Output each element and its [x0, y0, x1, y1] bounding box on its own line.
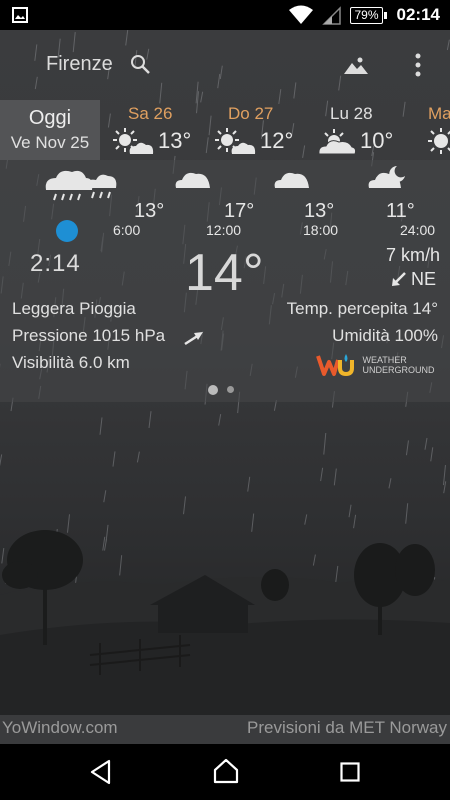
landscape-illustration — [0, 530, 450, 715]
daily-forecast-strip: Oggi Ve Nov 25 Sa 26 13° Do 27 12° Lu 28… — [0, 100, 450, 160]
back-icon[interactable] — [89, 759, 113, 785]
wu-logo-icon — [316, 354, 354, 377]
overflow-menu-icon[interactable] — [410, 52, 426, 78]
recent-apps-icon[interactable] — [340, 762, 360, 782]
day-tab-do-27[interactable]: Do 27 12° — [212, 100, 312, 160]
rain-streak — [136, 451, 140, 463]
hour-time: 24:00 — [400, 222, 436, 238]
day-tab-today[interactable]: Oggi Ve Nov 25 — [0, 100, 100, 160]
battery-icon: 79% — [350, 6, 387, 24]
rain-streak — [148, 411, 152, 429]
partly-cloudy-icon — [318, 129, 357, 155]
hour-temp: 11° — [386, 200, 415, 222]
cloud-icon — [274, 172, 309, 188]
rain-streak — [405, 440, 409, 456]
humidity: Umidità 100% — [332, 326, 438, 345]
day-temp: 10° — [360, 128, 394, 153]
page-dot-active — [208, 384, 218, 395]
partly-sunny-icon — [215, 128, 256, 154]
rain-streak — [320, 467, 324, 482]
rain-cloud-icon — [45, 170, 117, 201]
day-label: Ma — [428, 104, 450, 123]
wifi-icon — [289, 5, 314, 24]
visibility: Visibilità 6.0 km — [12, 353, 130, 372]
rain-streak — [388, 478, 392, 489]
rain-streak — [218, 414, 222, 426]
day-temp: 12° — [260, 128, 294, 153]
hour-temp: 13° — [134, 200, 165, 222]
rain-streak — [103, 490, 107, 503]
sunny-icon — [428, 128, 450, 154]
hour-time: 12:00 — [206, 222, 242, 238]
rain-streak — [323, 432, 327, 455]
status-bar: 79% 02:14 — [0, 0, 450, 30]
pressure: Pressione 1015 hPa — [12, 326, 166, 345]
wind-direction: NE — [410, 269, 436, 289]
page-indicator — [208, 381, 243, 399]
wu-logo-text-bottom: UNDERGROUND — [362, 365, 435, 375]
hour-temp: 13° — [304, 200, 335, 222]
system-navigation-bar — [0, 744, 450, 800]
wind-speed: 7 km/h — [385, 245, 440, 265]
footer: YoWindow.com Previsioni da MET Norway — [0, 714, 450, 744]
day-temp: 13° — [158, 128, 192, 153]
cloud-icon — [175, 172, 210, 188]
rain-streak — [112, 451, 116, 467]
weather-condition: Leggera Pioggia — [12, 299, 136, 318]
cellular-signal-icon — [322, 6, 342, 25]
rain-streak — [430, 447, 434, 462]
rain-streak — [333, 468, 337, 486]
wind-direction-arrow-icon — [392, 272, 406, 286]
status-clock: 02:14 — [396, 5, 440, 24]
pressure-trend-arrow-icon — [184, 332, 203, 346]
image-notification-icon — [12, 7, 28, 23]
cloud-moon-icon — [368, 166, 405, 188]
page-dot — [227, 386, 234, 394]
yowindow-link[interactable]: YoWindow.com — [2, 718, 118, 738]
location-name[interactable]: Firenze — [46, 53, 113, 76]
current-time-marker — [56, 220, 78, 242]
day-label: Lu 28 — [330, 104, 373, 123]
app-header: Firenze — [0, 40, 450, 90]
day-tab-lu-28[interactable]: Lu 28 10° — [314, 100, 414, 160]
home-icon[interactable] — [213, 758, 239, 784]
hour-temp: 17° — [224, 200, 255, 222]
hour-time: 18:00 — [303, 222, 339, 238]
day-label: Do 27 — [228, 104, 274, 123]
rain-streak — [183, 496, 187, 515]
day-tab-ma[interactable]: Ma — [416, 100, 450, 160]
day-label: Oggi — [28, 107, 72, 129]
rain-streak — [99, 417, 103, 435]
day-date: Ve Nov 25 — [10, 133, 90, 152]
partly-sunny-icon — [113, 128, 154, 154]
day-tab-sa-26[interactable]: Sa 26 13° — [110, 100, 210, 160]
rain-streak — [247, 476, 251, 492]
forecast-source-link[interactable]: Previsioni da MET Norway — [247, 718, 447, 738]
landscape-icon[interactable] — [343, 54, 369, 76]
search-icon[interactable] — [130, 54, 152, 76]
current-time: 2:14 — [30, 250, 81, 277]
day-label: Sa 26 — [128, 104, 173, 123]
wu-logo-text-top: WEATHER — [362, 355, 407, 365]
current-temperature: 14° — [185, 244, 264, 302]
weather-underground-logo[interactable]: WEATHER UNDERGROUND — [316, 352, 434, 378]
rain-streak — [0, 454, 3, 466]
feels-like: Temp. percepita 14° — [286, 299, 438, 318]
hour-time: 6:00 — [113, 222, 141, 238]
rain-streak — [424, 437, 428, 450]
